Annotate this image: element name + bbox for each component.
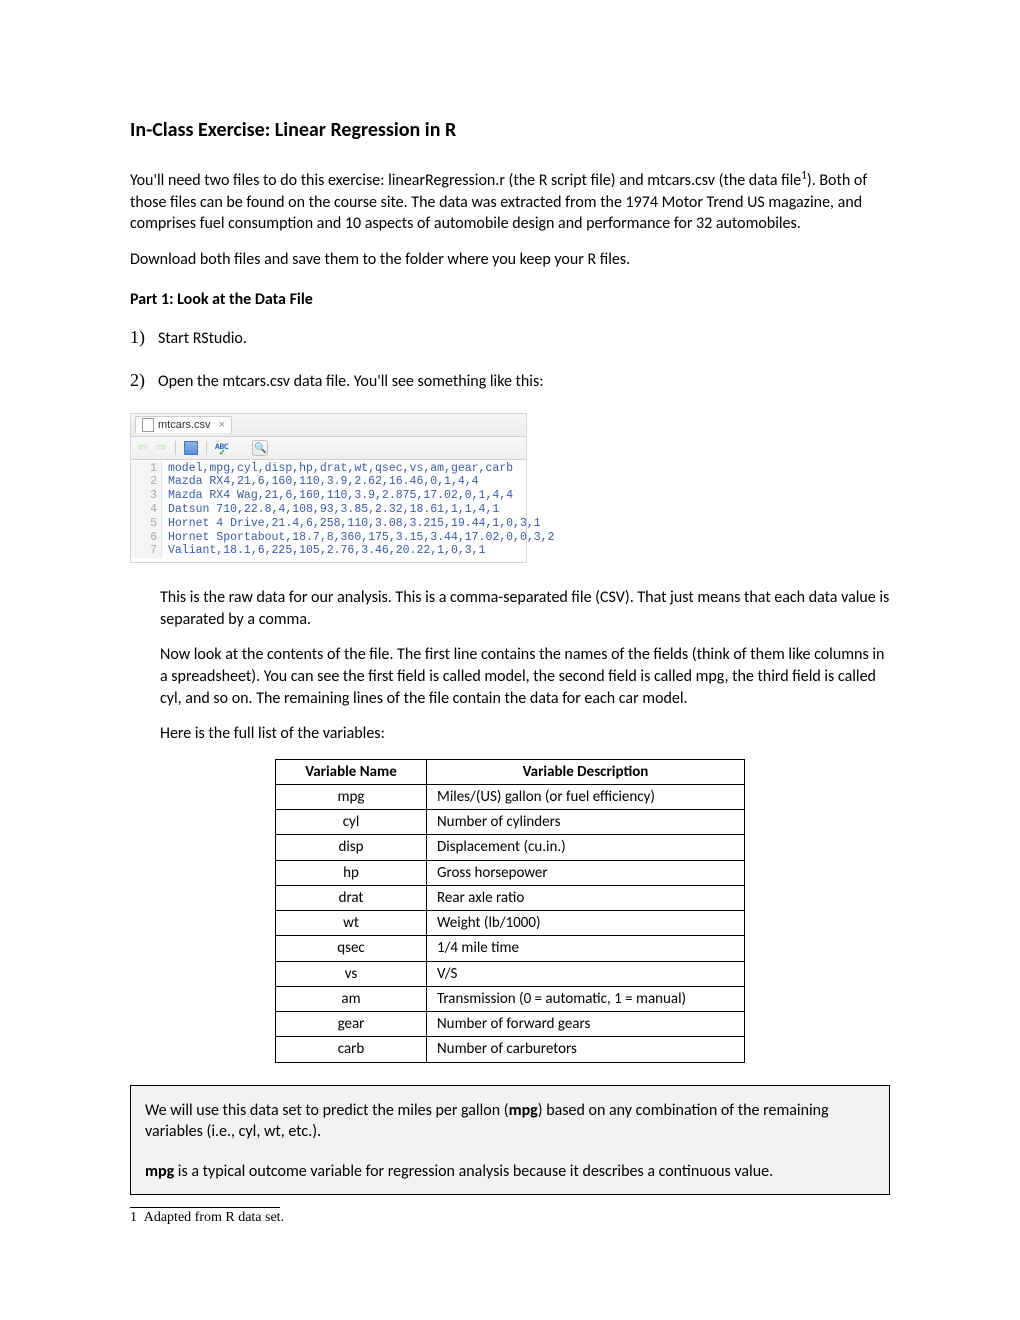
var-name-cell: am bbox=[276, 986, 427, 1011]
footnote-text: Adapted from R data set. bbox=[141, 1210, 284, 1225]
var-name-cell: gear bbox=[276, 1012, 427, 1037]
line-number: 1 bbox=[131, 462, 162, 476]
table-header-desc: Variable Description bbox=[427, 759, 745, 784]
table-row: hpGross horsepower bbox=[276, 860, 745, 885]
var-desc-cell: Weight (lb/1000) bbox=[427, 911, 745, 936]
var-name-cell: qsec bbox=[276, 936, 427, 961]
line-number: 5 bbox=[131, 517, 162, 531]
table-row: wtWeight (lb/1000) bbox=[276, 911, 745, 936]
line-number: 7 bbox=[131, 544, 162, 558]
after-screenshot-p1: This is the raw data for our analysis. T… bbox=[160, 587, 890, 630]
save-icon[interactable] bbox=[184, 441, 198, 455]
callout-p2-rest: is a typical outcome variable for regres… bbox=[174, 1162, 773, 1181]
table-row: cylNumber of cylinders bbox=[276, 810, 745, 835]
var-name-cell: vs bbox=[276, 961, 427, 986]
code-line: 5Hornet 4 Drive,21.4,6,258,110,3.08,3.21… bbox=[131, 517, 526, 531]
var-name-cell: disp bbox=[276, 835, 427, 860]
rstudio-toolbar: ⇦ ⇨ ABC 🔍 bbox=[131, 437, 526, 460]
var-desc-cell: 1/4 mile time bbox=[427, 936, 745, 961]
toolbar-separator bbox=[206, 441, 207, 455]
code-text: Valiant,18.1,6,225,105,2.76,3.46,20.22,1… bbox=[162, 544, 485, 558]
intro-text-a: You'll need two files to do this exercis… bbox=[130, 171, 801, 190]
code-text: Mazda RX4 Wag,21,6,160,110,3.9,2.875,17.… bbox=[162, 489, 513, 503]
line-number: 4 bbox=[131, 503, 162, 517]
step-1-text: Start RStudio. bbox=[158, 329, 247, 348]
table-row: carbNumber of carburetors bbox=[276, 1037, 745, 1062]
intro-paragraph-1: You'll need two files to do this exercis… bbox=[130, 170, 890, 235]
callout-p1-bold: mpg bbox=[509, 1101, 538, 1120]
callout-p1: We will use this data set to predict the… bbox=[145, 1100, 875, 1143]
footnote-rule bbox=[130, 1207, 280, 1208]
var-name-cell: wt bbox=[276, 911, 427, 936]
table-header-row: Variable Name Variable Description bbox=[276, 759, 745, 784]
step-1-number: 1) bbox=[130, 327, 158, 348]
table-row: dispDisplacement (cu.in.) bbox=[276, 835, 745, 860]
after-screenshot-p3: Here is the full list of the variables: bbox=[160, 723, 890, 745]
table-row: dratRear axle ratio bbox=[276, 885, 745, 910]
search-icon[interactable]: 🔍 bbox=[252, 440, 268, 456]
var-desc-cell: Number of carburetors bbox=[427, 1037, 745, 1062]
rstudio-tabbar: mtcars.csv × bbox=[131, 414, 526, 436]
var-desc-cell: Transmission (0 = automatic, 1 = manual) bbox=[427, 986, 745, 1011]
step-2-number: 2) bbox=[130, 370, 158, 391]
var-desc-cell: Gross horsepower bbox=[427, 860, 745, 885]
line-number: 3 bbox=[131, 489, 162, 503]
footnote-1: 1 Adapted from R data set. bbox=[130, 1210, 890, 1226]
code-text: model,mpg,cyl,disp,hp,drat,wt,qsec,vs,am… bbox=[162, 462, 513, 476]
rstudio-tab-label: mtcars.csv bbox=[158, 419, 211, 432]
forward-icon[interactable]: ⇨ bbox=[156, 441, 167, 454]
callout-p2-bold: mpg bbox=[145, 1162, 174, 1181]
var-desc-cell: V/S bbox=[427, 961, 745, 986]
line-number: 6 bbox=[131, 531, 162, 545]
rstudio-screenshot: mtcars.csv × ⇦ ⇨ ABC 🔍 1model,mpg,cyl,di… bbox=[130, 413, 527, 563]
variables-table: Variable Name Variable Description mpgMi… bbox=[275, 759, 745, 1063]
document-icon bbox=[142, 418, 154, 432]
var-name-cell: cyl bbox=[276, 810, 427, 835]
back-icon[interactable]: ⇦ bbox=[137, 441, 148, 454]
step-2: 2) Open the mtcars.csv data file. You'll… bbox=[130, 370, 890, 391]
table-row: qsec1/4 mile time bbox=[276, 936, 745, 961]
var-name-cell: mpg bbox=[276, 784, 427, 809]
after-screenshot-p2: Now look at the contents of the file. Th… bbox=[160, 644, 890, 709]
var-name-cell: hp bbox=[276, 860, 427, 885]
code-text: Hornet Sportabout,18.7,8,360,175,3.15,3.… bbox=[162, 531, 554, 545]
code-text: Datsun 710,22.8,4,108,93,3.85,2.32,18.61… bbox=[162, 503, 499, 517]
code-line: 2Mazda RX4,21,6,160,110,3.9,2.62,16.46,0… bbox=[131, 475, 526, 489]
callout-p2: mpg is a typical outcome variable for re… bbox=[145, 1161, 875, 1183]
page-title: In-Class Exercise: Linear Regression in … bbox=[130, 118, 890, 142]
code-line: 6Hornet Sportabout,18.7,8,360,175,3.15,3… bbox=[131, 531, 526, 545]
code-line: 4Datsun 710,22.8,4,108,93,3.85,2.32,18.6… bbox=[131, 503, 526, 517]
table-row: mpgMiles/(US) gallon (or fuel efficiency… bbox=[276, 784, 745, 809]
code-line: 7Valiant,18.1,6,225,105,2.76,3.46,20.22,… bbox=[131, 544, 526, 558]
var-desc-cell: Rear axle ratio bbox=[427, 885, 745, 910]
code-text: Mazda RX4,21,6,160,110,3.9,2.62,16.46,0,… bbox=[162, 475, 479, 489]
code-text: Hornet 4 Drive,21.4,6,258,110,3.08,3.215… bbox=[162, 517, 541, 531]
callout-p1-a: We will use this data set to predict the… bbox=[145, 1101, 509, 1120]
footnote-number: 1 bbox=[130, 1210, 137, 1225]
var-desc-cell: Displacement (cu.in.) bbox=[427, 835, 745, 860]
step-1: 1) Start RStudio. bbox=[130, 327, 890, 348]
spellcheck-icon[interactable]: ABC bbox=[215, 443, 229, 453]
rstudio-code-area: 1model,mpg,cyl,disp,hp,drat,wt,qsec,vs,a… bbox=[131, 460, 526, 563]
toolbar-separator bbox=[175, 441, 176, 455]
table-row: vsV/S bbox=[276, 961, 745, 986]
rstudio-tab[interactable]: mtcars.csv × bbox=[135, 416, 232, 433]
close-icon[interactable]: × bbox=[219, 419, 225, 432]
var-desc-cell: Number of forward gears bbox=[427, 1012, 745, 1037]
line-number: 2 bbox=[131, 475, 162, 489]
callout-box: We will use this data set to predict the… bbox=[130, 1085, 890, 1196]
var-name-cell: carb bbox=[276, 1037, 427, 1062]
step-2-text: Open the mtcars.csv data file. You'll se… bbox=[158, 372, 544, 391]
table-row: gearNumber of forward gears bbox=[276, 1012, 745, 1037]
part1-heading: Part 1: Look at the Data File bbox=[130, 290, 890, 309]
table-row: amTransmission (0 = automatic, 1 = manua… bbox=[276, 986, 745, 1011]
code-line: 3Mazda RX4 Wag,21,6,160,110,3.9,2.875,17… bbox=[131, 489, 526, 503]
table-header-name: Variable Name bbox=[276, 759, 427, 784]
code-line: 1model,mpg,cyl,disp,hp,drat,wt,qsec,vs,a… bbox=[131, 462, 526, 476]
var-desc-cell: Number of cylinders bbox=[427, 810, 745, 835]
var-desc-cell: Miles/(US) gallon (or fuel efficiency) bbox=[427, 784, 745, 809]
var-name-cell: drat bbox=[276, 885, 427, 910]
intro-paragraph-2: Download both files and save them to the… bbox=[130, 249, 890, 271]
